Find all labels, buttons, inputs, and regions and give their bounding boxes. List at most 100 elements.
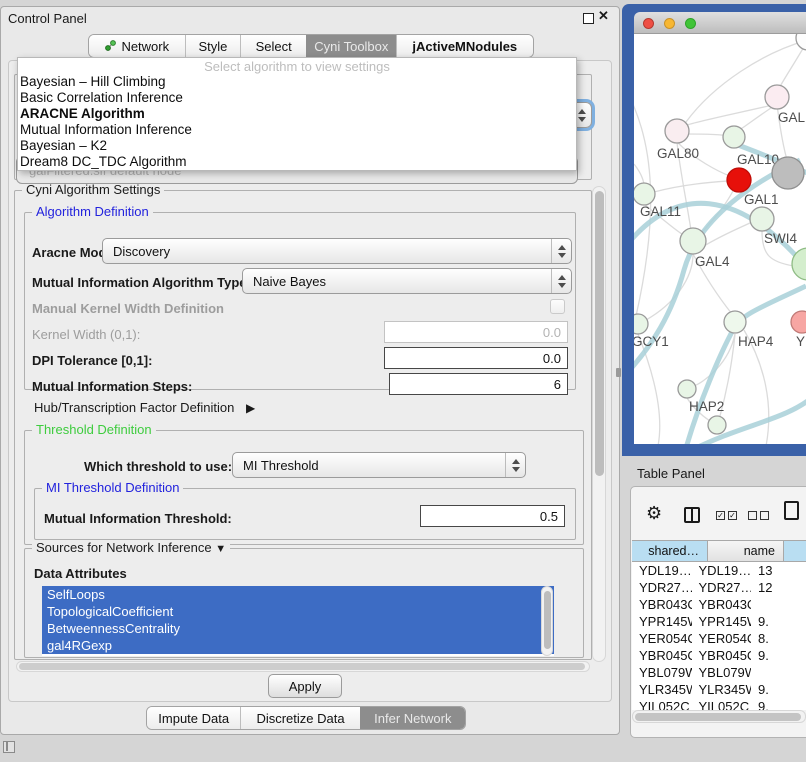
table-header-cell[interactable]: A (784, 540, 806, 562)
tab-network[interactable]: Network (89, 35, 185, 57)
hub-section-label: Hub/Transcription Factor Definition (34, 400, 234, 415)
table-row[interactable]: YDL19…YDL19…13 (632, 562, 806, 579)
algorithm-option[interactable]: Bayesian – Hill Climbing (18, 74, 576, 90)
float-window-icon[interactable] (583, 13, 594, 24)
network-node[interactable] (708, 416, 726, 434)
data-attribute-item[interactable]: TopologicalCoefficient (42, 603, 554, 620)
panel-splitter-handle[interactable] (616, 368, 621, 377)
hub-section-toggle[interactable]: Hub/Transcription Factor Definition ▶ (34, 400, 255, 415)
table-horizontal-scrollbar[interactable] (632, 710, 806, 723)
close-traffic-light-icon[interactable] (643, 18, 654, 29)
network-node-label: GAL10 (737, 152, 779, 167)
network-window-titlebar[interactable] (634, 12, 806, 34)
zoom-traffic-light-icon[interactable] (685, 18, 696, 29)
apply-button[interactable]: Apply (268, 674, 342, 698)
attributes-list-scrollbar[interactable] (541, 586, 553, 656)
data-attribute-item[interactable]: BetweennessCentrality (42, 620, 554, 637)
table-body: YDL19…YDL19…13YDR27…YDR27…12YBR043CYBR04… (632, 562, 806, 710)
network-node[interactable] (796, 34, 806, 50)
data-attribute-item[interactable]: gal4RGexp (42, 637, 554, 654)
tab-style[interactable]: Style (185, 35, 241, 57)
minimize-traffic-light-icon[interactable] (664, 18, 675, 29)
network-edge[interactable] (638, 334, 660, 444)
tab-select[interactable]: Select (240, 35, 306, 57)
algorithm-definition-title: Algorithm Definition (32, 205, 153, 218)
control-panel-title: Control Panel (8, 11, 87, 26)
settings-vertical-scrollbar[interactable] (592, 186, 606, 662)
algorithm-option[interactable]: ARACNE Algorithm (18, 106, 576, 122)
export-table-icon[interactable] (784, 501, 799, 520)
table-header-cell[interactable]: name (708, 540, 784, 562)
network-node-label: HAP4 (738, 334, 774, 349)
dpi-tolerance-field[interactable]: 0.0 (384, 347, 568, 369)
network-node-gal80[interactable] (665, 119, 689, 143)
network-node-y[interactable] (791, 311, 806, 333)
table-header-cell[interactable]: shared… (632, 540, 708, 562)
table-cell: YDL19… (632, 562, 692, 579)
table-cell: YLR345W (692, 681, 752, 698)
select-all-rows-icon[interactable]: ✓✓ (716, 511, 737, 520)
network-node-label: SWI4 (764, 231, 797, 246)
algorithm-option[interactable]: Dream8 DC_TDC Algorithm (18, 154, 576, 170)
network-node-swi4[interactable] (750, 207, 774, 231)
table-row[interactable]: YER054CYER054C8. (632, 630, 806, 647)
which-threshold-combobox[interactable]: MI Threshold (232, 452, 526, 478)
mi-threshold-field[interactable]: 0.5 (420, 505, 565, 527)
table-header-row: shared…nameA (632, 540, 806, 562)
network-node[interactable] (772, 157, 804, 189)
chevron-down-icon: ▼ (215, 543, 226, 555)
table-settings-gear-icon[interactable]: ⚙ (646, 503, 662, 524)
table-row[interactable]: YDR27…YDR27…12 (632, 579, 806, 596)
network-node-gcy1[interactable] (634, 314, 648, 334)
tab-cyni-toolbox[interactable]: Cyni Toolbox (306, 35, 396, 57)
threshold-definition-title: Threshold Definition (32, 423, 156, 436)
algorithm-option[interactable]: Basic Correlation Inference (18, 90, 576, 106)
table-row[interactable]: YIL052CYIL052C9. (632, 698, 806, 710)
network-node-gal[interactable] (765, 85, 789, 109)
network-edge[interactable] (686, 134, 728, 136)
algorithm-option[interactable]: Mutual Information Inference (18, 122, 576, 138)
network-node-hap2[interactable] (678, 380, 696, 398)
chevron-right-icon: ▶ (246, 401, 255, 415)
sources-group-title[interactable]: Sources for Network Inference ▼ (32, 541, 230, 556)
network-node-gal10[interactable] (723, 126, 745, 148)
bottom-tab-infer-network[interactable]: Infer Network (360, 707, 465, 729)
network-edge[interactable] (654, 181, 728, 192)
network-edge[interactable] (686, 286, 806, 444)
table-cell: YDR27… (632, 579, 692, 596)
algorithm-popup-list: Bayesian – Hill ClimbingBasic Correlatio… (18, 74, 576, 170)
table-row[interactable]: YBR043CYBR043C (632, 596, 806, 613)
network-node-label: GAL1 (744, 192, 779, 207)
algorithm-option[interactable]: Bayesian – K2 (18, 138, 576, 154)
aracne-mode-value: Discovery (113, 244, 170, 259)
settings-horizontal-scrollbar[interactable] (16, 661, 590, 672)
minimized-panel-icon[interactable] (3, 741, 15, 753)
bottom-tab-discretize-data[interactable]: Discretize Data (240, 707, 359, 729)
network-node-hap4[interactable] (724, 311, 746, 333)
aracne-mode-combobox[interactable]: Discovery (102, 238, 572, 264)
bottom-tab-impute-data[interactable]: Impute Data (147, 707, 240, 729)
close-icon[interactable]: ✕ (598, 8, 609, 24)
kernel-width-field[interactable]: 0.0 (384, 321, 568, 343)
table-row[interactable]: YPR145WYPR145W9. (632, 613, 806, 630)
network-canvas[interactable]: GALGAL80GAL10GAL1GAL11SWI4GAL4GCY1HAP4YH… (634, 34, 806, 444)
deselect-all-rows-icon[interactable] (748, 511, 769, 520)
network-node-gal1[interactable] (727, 168, 751, 192)
table-cell: YDR27… (692, 579, 752, 596)
table-row[interactable]: YBR045CYBR045C9. (632, 647, 806, 664)
data-attribute-item[interactable]: SelfLoops (42, 586, 554, 603)
tab-label: Cyni Toolbox (314, 39, 388, 54)
mi-type-combobox[interactable]: Naive Bayes (242, 268, 572, 294)
manual-kernel-checkbox[interactable] (550, 299, 565, 314)
network-node-gal4[interactable] (680, 228, 706, 254)
table-row[interactable]: YLR345WYLR345W9. (632, 681, 806, 698)
tab-jactivemnodules[interactable]: jActiveMNodules (396, 35, 533, 57)
kernel-width-label: Kernel Width (0,1): (32, 327, 140, 342)
algorithm-popup-prompt: Select algorithm to view settings (18, 59, 576, 74)
network-node-label: GAL (778, 110, 806, 125)
table-row[interactable]: YBL079WYBL079W (632, 664, 806, 681)
column-visibility-icon[interactable] (684, 507, 700, 523)
mi-steps-field[interactable]: 6 (389, 373, 568, 395)
network-node-gal11[interactable] (634, 183, 655, 205)
bottom-tab-label: Infer Network (374, 711, 451, 726)
